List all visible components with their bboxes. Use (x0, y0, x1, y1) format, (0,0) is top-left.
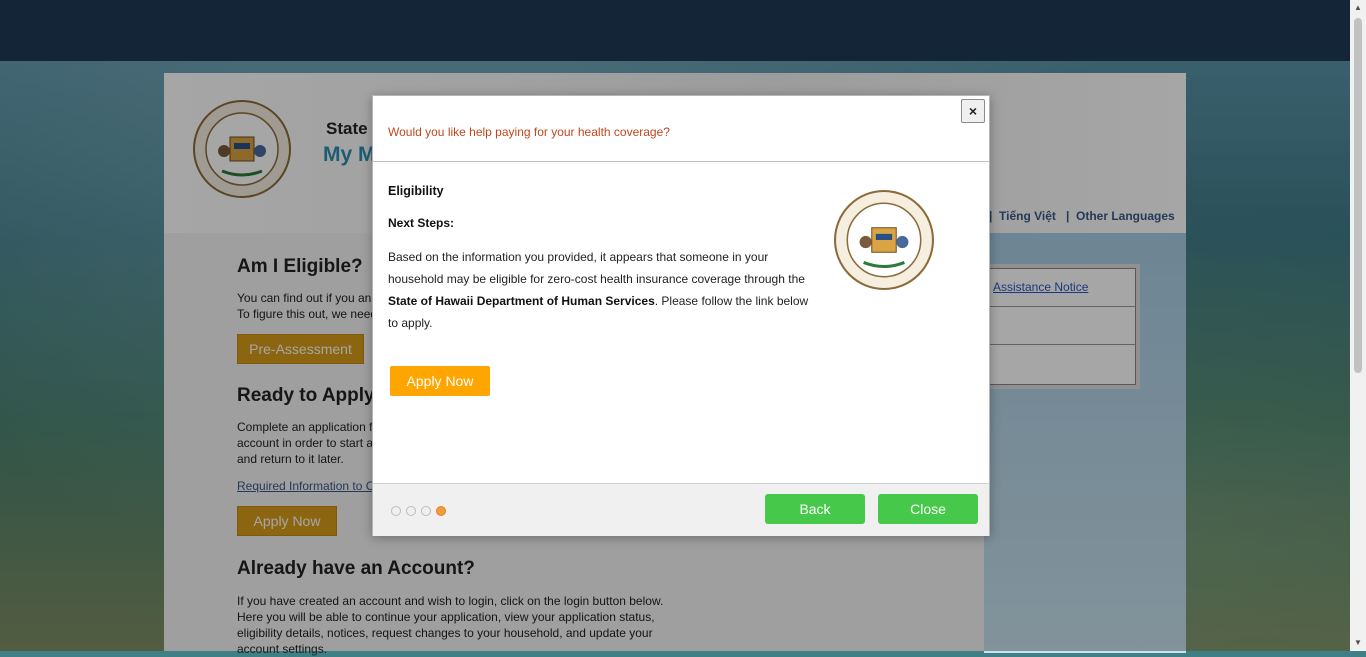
step-dot[interactable] (406, 506, 416, 516)
step-dot[interactable] (421, 506, 431, 516)
close-icon[interactable]: × (961, 99, 985, 123)
next-steps-heading: Next Steps: (388, 216, 455, 230)
state-seal-icon (834, 190, 934, 290)
dhs-name: State of Hawaii Department of Human Serv… (388, 294, 655, 308)
close-button[interactable]: Close (878, 494, 978, 524)
step-indicator (391, 506, 446, 516)
apply-now-button[interactable]: Apply Now (390, 366, 490, 396)
scroll-up-icon[interactable]: ▲ (1350, 0, 1366, 16)
modal-footer: Back Close (373, 483, 989, 536)
scroll-down-icon[interactable]: ▼ (1350, 635, 1366, 651)
vertical-scrollbar[interactable]: ▲ ▼ (1350, 0, 1366, 651)
step-dot[interactable] (391, 506, 401, 516)
eligibility-modal: × Would you like help paying for your he… (372, 95, 990, 536)
body-text-part-1: Based on the information you provided, i… (388, 250, 805, 286)
modal-title: Would you like help paying for your heal… (388, 125, 670, 139)
step-dot[interactable] (436, 506, 446, 516)
back-button[interactable]: Back (765, 494, 865, 524)
eligibility-heading: Eligibility (388, 184, 444, 198)
modal-divider (373, 161, 989, 162)
eligibility-body-text: Based on the information you provided, i… (388, 246, 818, 334)
scrollbar-thumb[interactable] (1354, 18, 1362, 373)
